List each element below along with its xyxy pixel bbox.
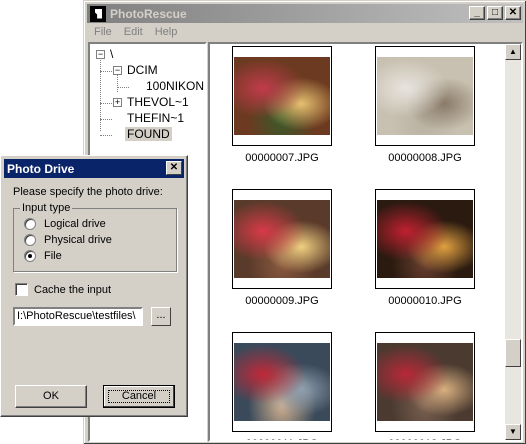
tree-node-100nikon[interactable]: 100NIKON	[146, 79, 204, 93]
thumbnail-caption: 00000007.JPG	[245, 152, 319, 164]
photo-image	[234, 200, 330, 278]
thumbnail-caption: 00000010.JPG	[388, 295, 462, 307]
thumbnail-caption: 00000009.JPG	[245, 295, 319, 307]
window-controls: _ □ ✕	[467, 6, 521, 20]
tree-node-thefin[interactable]: THEFIN~1	[127, 111, 184, 125]
tree-node-thevol[interactable]: + THEVOL~1	[113, 95, 189, 109]
photo-image	[377, 200, 473, 278]
tree-label-root[interactable]: \	[110, 47, 113, 61]
thumbnail-frame[interactable]	[375, 189, 475, 289]
menu-help[interactable]: Help	[149, 24, 184, 42]
radio-button[interactable]	[24, 234, 36, 246]
dialog-title: Photo Drive	[7, 161, 75, 176]
radio-label: Physical drive	[44, 234, 112, 246]
dialog-title-bar[interactable]: Photo Drive ✕	[4, 159, 184, 178]
radio-physical-drive[interactable]: Physical drive	[24, 234, 112, 246]
photo-thumbnail[interactable]: 00000012.JPG	[375, 332, 475, 440]
window-title: PhotoRescue	[110, 6, 187, 21]
maximize-button[interactable]: □	[487, 6, 503, 20]
file-path-input[interactable]: I:\PhotoRescue\testfiles\	[13, 307, 143, 326]
ok-button[interactable]: OK	[15, 385, 87, 408]
tree-node-root[interactable]: − \	[96, 47, 113, 61]
input-type-legend: Input type	[20, 202, 73, 214]
drive-prompt: Please specify the photo drive:	[13, 186, 163, 198]
menu-file[interactable]: File	[88, 24, 118, 42]
input-type-group: Input type Logical drive Physical drive …	[13, 202, 177, 272]
thumbnail-view[interactable]: 00000007.JPG 00000008.JPG 00000009.JPG 0000…	[208, 42, 523, 442]
photo-thumbnail[interactable]: 00000010.JPG	[375, 189, 475, 307]
thumbnail-frame[interactable]	[232, 332, 332, 432]
thumbnail-frame[interactable]	[375, 46, 475, 146]
minimize-button[interactable]: _	[469, 6, 485, 20]
scroll-up-button[interactable]: ▲	[505, 44, 521, 60]
thumbnail-frame[interactable]	[375, 332, 475, 432]
photo-thumbnail[interactable]: 00000007.JPG	[232, 46, 332, 164]
radio-label: Logical drive	[44, 218, 106, 230]
scroll-down-button[interactable]: ▼	[505, 424, 521, 440]
cache-checkbox[interactable]	[15, 283, 28, 296]
tree-label-thefin[interactable]: THEFIN~1	[127, 111, 184, 125]
radio-logical-drive[interactable]: Logical drive	[24, 218, 106, 230]
app-icon	[90, 5, 106, 22]
menu-bar: File Edit Help	[88, 24, 183, 42]
cancel-button[interactable]: Cancel	[103, 385, 175, 408]
cancel-label: Cancel	[121, 390, 157, 402]
thumbnail-caption: 00000011.JPG	[232, 438, 332, 440]
photo-thumbnail[interactable]: 00000011.JPG	[232, 332, 332, 440]
vertical-scrollbar[interactable]: ▲ ▼	[505, 44, 521, 440]
photo-image	[234, 57, 330, 135]
tree-node-found[interactable]: FOUND	[125, 127, 172, 141]
ok-label: OK	[43, 390, 59, 402]
collapse-icon[interactable]: −	[113, 65, 122, 75]
thumbnail-frame[interactable]	[232, 46, 332, 146]
menu-edit[interactable]: Edit	[118, 24, 149, 42]
radio-button[interactable]	[24, 218, 36, 230]
photo-thumbnail[interactable]: 00000009.JPG	[232, 189, 332, 307]
scroll-thumb[interactable]	[505, 339, 521, 367]
thumbnail-caption: 00000008.JPG	[388, 152, 462, 164]
photo-image	[377, 343, 473, 421]
dialog-close-button[interactable]: ✕	[166, 161, 182, 175]
cache-input-option[interactable]: Cache the input	[15, 283, 111, 296]
thumbnail-frame[interactable]	[232, 189, 332, 289]
expand-icon[interactable]: +	[113, 97, 122, 107]
collapse-icon[interactable]: −	[96, 49, 105, 59]
photo-drive-dialog: Photo Drive ✕ Please specify the photo d…	[0, 155, 188, 417]
thumbnail-caption: 00000012.JPG	[375, 438, 475, 440]
browse-button[interactable]: ...	[151, 307, 171, 326]
photo-image	[234, 343, 330, 421]
photo-image	[377, 57, 473, 135]
radio-label: File	[44, 250, 62, 262]
tree-node-dcim[interactable]: − DCIM	[113, 63, 158, 77]
cache-label: Cache the input	[34, 283, 112, 296]
tree-label-100nikon[interactable]: 100NIKON	[146, 79, 204, 93]
tree-label-thevol[interactable]: THEVOL~1	[127, 95, 189, 109]
tree-label-dcim[interactable]: DCIM	[127, 63, 158, 77]
radio-file[interactable]: File	[24, 250, 62, 262]
photo-thumbnail[interactable]: 00000008.JPG	[375, 46, 475, 164]
title-bar[interactable]: PhotoRescue _ □ ✕	[87, 4, 523, 23]
tree-label-found[interactable]: FOUND	[125, 127, 172, 141]
close-button[interactable]: ✕	[505, 6, 521, 20]
radio-button[interactable]	[24, 250, 36, 262]
